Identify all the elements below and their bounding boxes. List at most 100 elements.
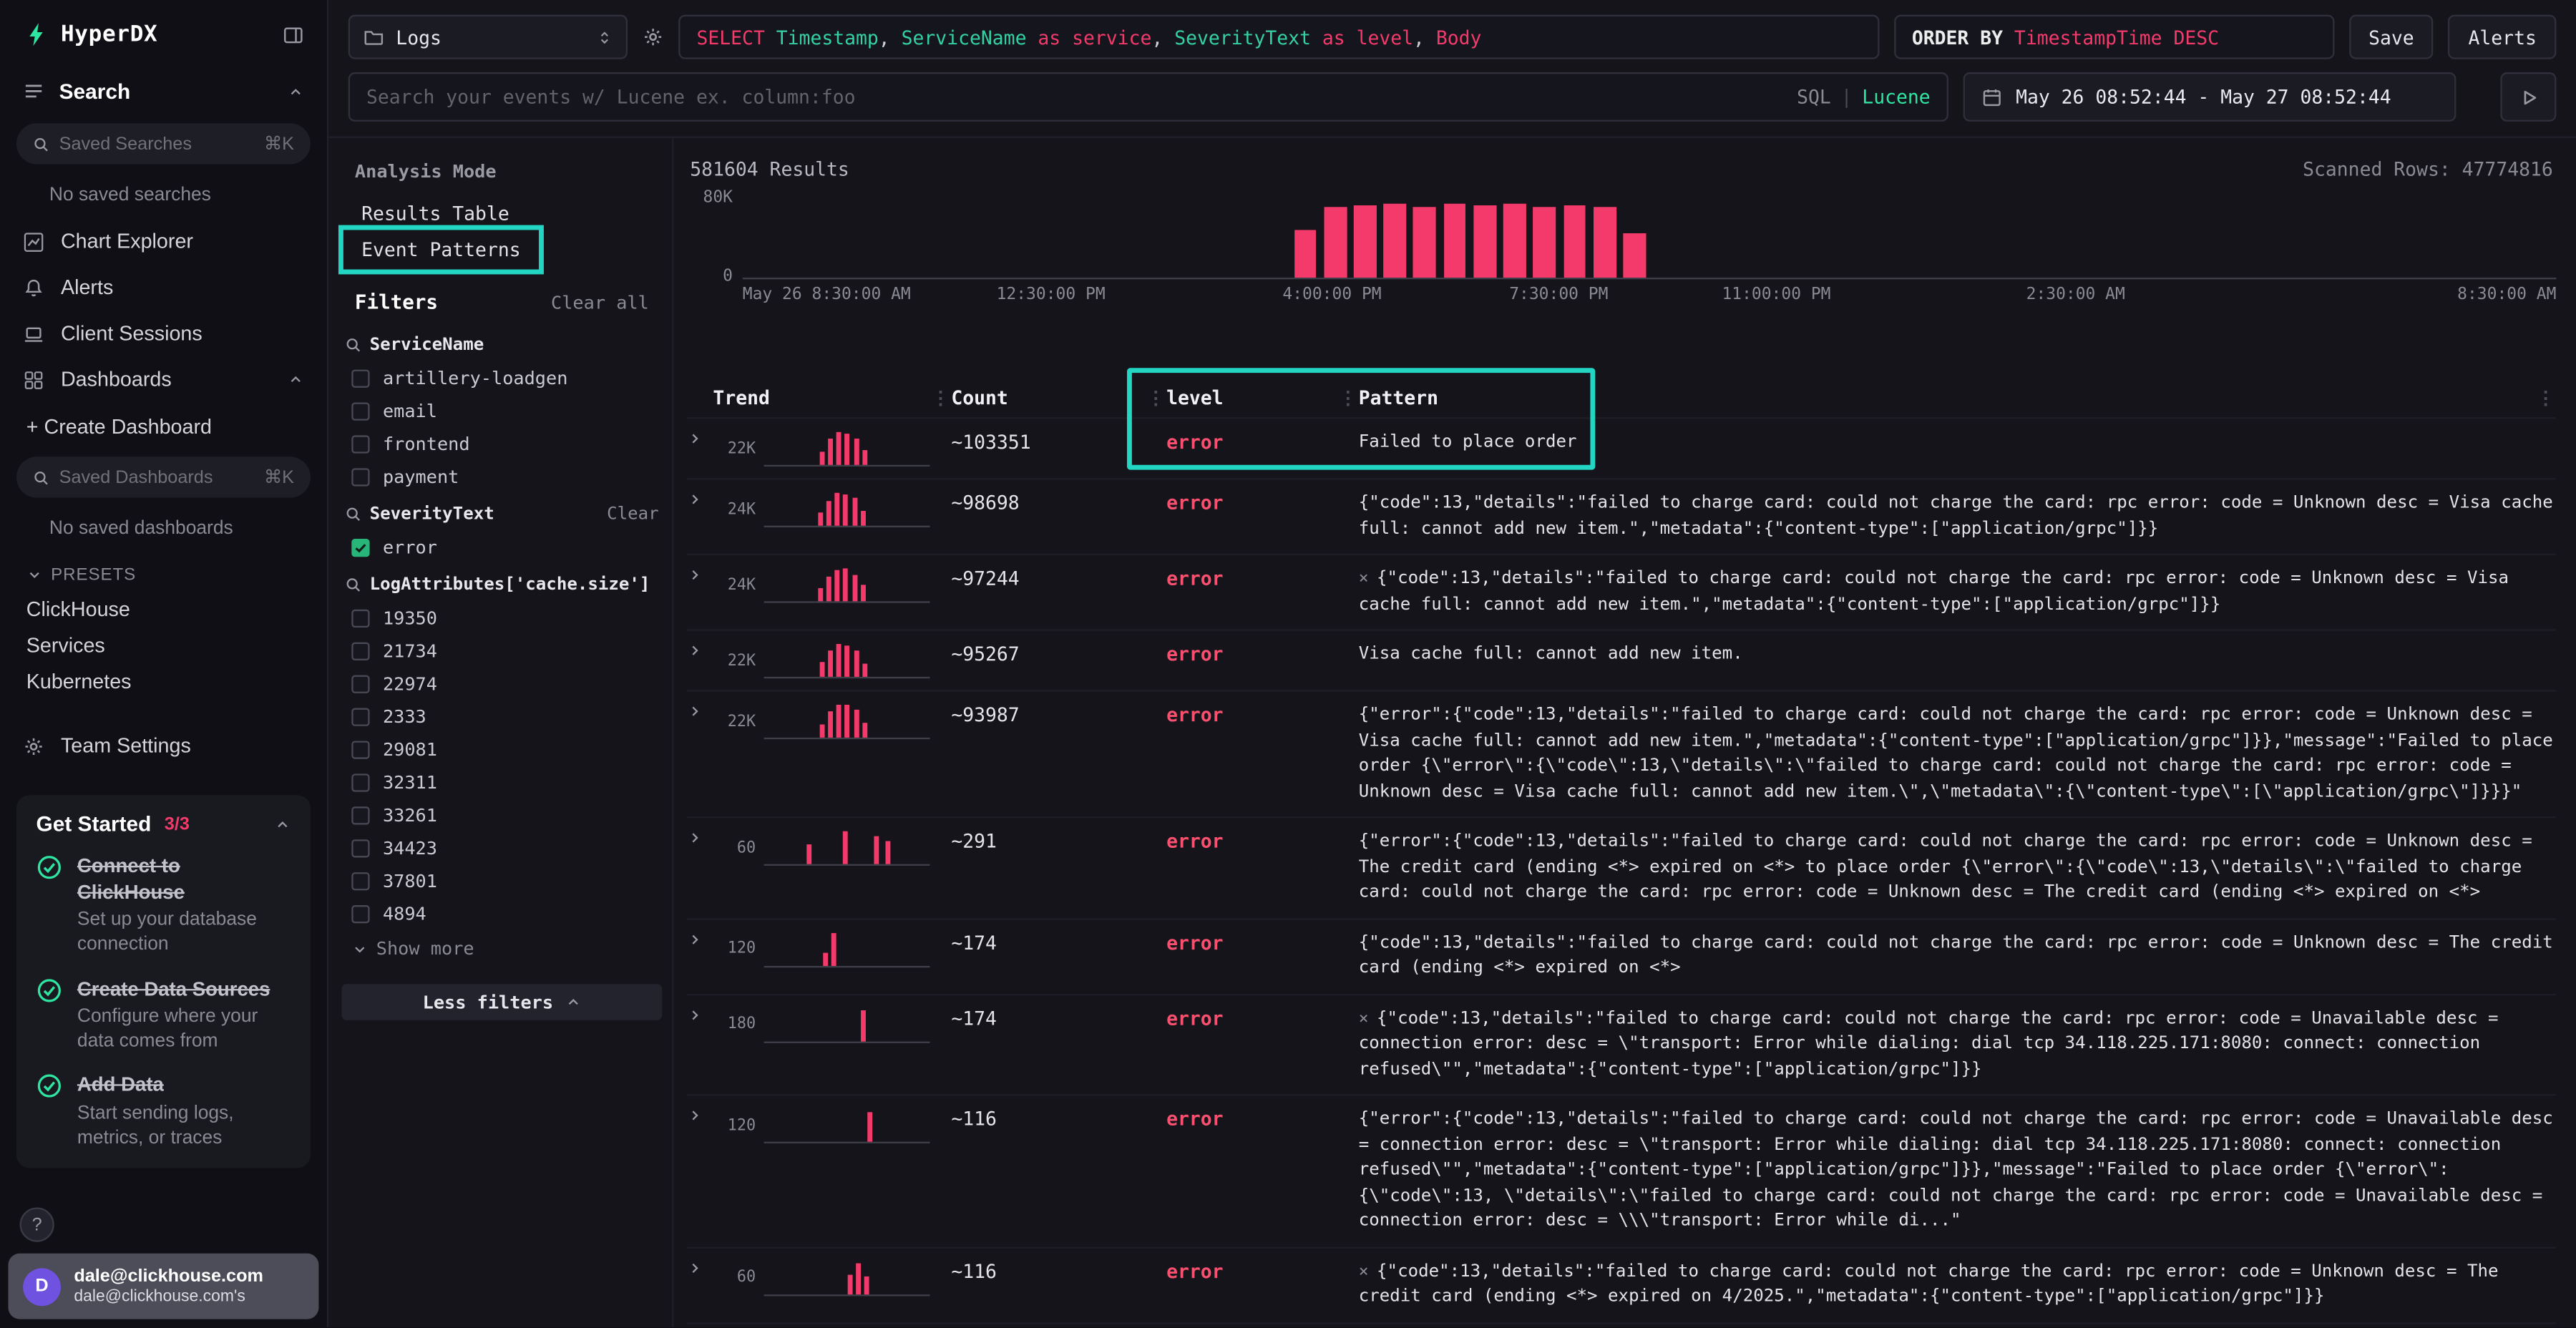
histogram-bar[interactable]	[1443, 205, 1466, 278]
show-more-button[interactable]: Show more	[342, 929, 663, 967]
histogram-bar[interactable]	[1623, 233, 1646, 278]
filter-checkbox[interactable]	[351, 642, 369, 660]
sql-query-editor[interactable]: SELECT Timestamp, ServiceName as service…	[678, 15, 1879, 59]
filter-option[interactable]: 37801	[342, 864, 663, 897]
preset-item-kubernetes[interactable]: Kubernetes	[0, 664, 327, 700]
pattern-row[interactable]: 60~116error×{"code":13,"details":"failed…	[687, 1246, 2557, 1322]
save-button[interactable]: Save	[2349, 15, 2434, 59]
histogram-bar[interactable]	[1593, 208, 1616, 278]
column-grip-icon[interactable]: ⋮	[1337, 387, 1359, 409]
date-range-picker[interactable]: May 26 08:52:44 - May 27 08:52:44	[1963, 72, 2457, 122]
pattern-row[interactable]: 24K~97244error×{"code":13,"details":"fai…	[687, 554, 2557, 630]
filter-option[interactable]: 29081	[342, 733, 663, 766]
order-by-input[interactable]: ORDER BY TimestampTime DESC	[1894, 15, 2334, 59]
pattern-row[interactable]: 180~174error×{"code":13,"details":"faile…	[687, 993, 2557, 1094]
histogram-bar[interactable]	[1533, 206, 1556, 278]
saved-dashboards-input[interactable]: Saved Dashboards ⌘K	[16, 456, 311, 497]
filter-option[interactable]: error	[342, 531, 663, 564]
sidebar-item-client-sessions[interactable]: Client Sessions	[0, 311, 327, 356]
filter-option[interactable]: frontend	[342, 427, 663, 460]
filter-option[interactable]: artillery-loadgen	[342, 361, 663, 394]
preset-item-clickhouse[interactable]: ClickHouse	[0, 592, 327, 628]
histogram-bar[interactable]	[1414, 206, 1437, 278]
clear-all-filters-button[interactable]: Clear all	[551, 292, 649, 313]
filter-checkbox[interactable]	[351, 467, 369, 485]
get-started-item[interactable]: Add DataStart sending logs, metrics, or …	[36, 1073, 291, 1152]
pattern-row[interactable]: 24K~98698error{"code":13,"details":"fail…	[687, 478, 2557, 554]
chevron-up-icon[interactable]	[274, 816, 291, 832]
histogram-bar[interactable]	[1354, 205, 1377, 278]
filter-checkbox[interactable]	[351, 872, 369, 889]
filter-option[interactable]: 33261	[342, 799, 663, 831]
filter-checkbox[interactable]	[351, 674, 369, 692]
pattern-row[interactable]: 60~291error{"error":{"code":13,"details"…	[687, 816, 2557, 917]
lucene-mode-toggle[interactable]: Lucene	[1862, 85, 1930, 108]
sql-mode-toggle[interactable]: SQL	[1797, 85, 1831, 108]
create-dashboard-button[interactable]: + Create Dashboard	[0, 402, 327, 451]
preset-item-services[interactable]: Services	[0, 628, 327, 664]
analysis-mode-option-event-patterns[interactable]: Event Patterns	[345, 232, 537, 268]
column-grip-icon[interactable]: ⋮	[930, 387, 951, 409]
pattern-row[interactable]: 22K~103351errorFailed to place order	[687, 417, 2557, 478]
collapse-x-icon[interactable]: ×	[1359, 1010, 1369, 1027]
column-grip-icon[interactable]: ⋮	[2535, 387, 2557, 409]
column-header-level[interactable]: level	[1166, 386, 1337, 409]
filter-option[interactable]: 32311	[342, 766, 663, 799]
pattern-row[interactable]: 22K~93987error{"error":{"code":13,"detai…	[687, 690, 2557, 816]
filter-option[interactable]: 21734	[342, 634, 663, 667]
collapse-sidebar-icon[interactable]	[283, 24, 304, 45]
column-grip-icon[interactable]: ⋮	[1145, 387, 1166, 409]
pattern-row[interactable]: 60~58error{"level":"error","span_id":"53…	[687, 1322, 2557, 1327]
sidebar-item-team-settings[interactable]: Team Settings	[0, 723, 327, 768]
filter-option[interactable]: 34423	[342, 831, 663, 864]
get-started-item[interactable]: Connect to ClickHouseSet up your databas…	[36, 854, 291, 959]
histogram-bar[interactable]	[1503, 205, 1526, 278]
help-button[interactable]: ?	[20, 1207, 54, 1241]
column-header-trend[interactable]: Trend	[713, 386, 930, 409]
chevron-up-icon[interactable]	[288, 83, 304, 99]
less-filters-button[interactable]: Less filters	[342, 984, 663, 1020]
event-search-input[interactable]: Search your events w/ Lucene ex. column:…	[348, 72, 1948, 122]
histogram-bar[interactable]	[1473, 205, 1496, 278]
alerts-button[interactable]: Alerts	[2449, 15, 2556, 59]
sidebar-item-alerts[interactable]: Alerts	[0, 265, 327, 311]
collapse-x-icon[interactable]: ×	[1359, 570, 1369, 588]
filter-checkbox[interactable]	[351, 839, 369, 856]
histogram-bar[interactable]	[1324, 208, 1347, 278]
filter-checkbox[interactable]	[351, 401, 369, 419]
pattern-row[interactable]: 22K~95267errorVisa cache full: cannot ad…	[687, 629, 2557, 690]
filter-checkbox[interactable]	[351, 434, 369, 452]
source-select[interactable]: Logs	[348, 15, 628, 59]
filter-checkbox[interactable]	[351, 368, 369, 386]
histogram-bar[interactable]	[1294, 230, 1317, 278]
saved-searches-input[interactable]: Saved Searches ⌘K	[16, 123, 311, 164]
column-header-pattern[interactable]: Pattern	[1359, 386, 2535, 409]
filter-option[interactable]: 4894	[342, 897, 663, 930]
collapse-x-icon[interactable]: ×	[1359, 1262, 1369, 1280]
source-settings-gear-icon[interactable]	[643, 26, 664, 48]
column-header-count[interactable]: Count	[951, 386, 1145, 409]
filter-option[interactable]: 22974	[342, 667, 663, 700]
filter-option[interactable]: 19350	[342, 601, 663, 634]
filter-checkbox[interactable]	[351, 806, 369, 824]
filter-checkbox[interactable]	[351, 904, 369, 922]
filter-checkbox[interactable]	[351, 707, 369, 725]
filter-checkbox[interactable]	[351, 609, 369, 627]
user-menu[interactable]: D dale@clickhouse.com dale@clickhouse.co…	[8, 1254, 318, 1319]
sidebar-item-dashboards[interactable]: Dashboards	[0, 356, 327, 402]
get-started-item[interactable]: Create Data SourcesConfigure where your …	[36, 977, 291, 1055]
filter-checkbox[interactable]	[351, 773, 369, 791]
filter-option[interactable]: payment	[342, 460, 663, 493]
presets-toggle[interactable]: PRESETS	[0, 552, 327, 591]
filter-option[interactable]: 2333	[342, 700, 663, 733]
pattern-row[interactable]: 120~174error{"code":13,"details":"failed…	[687, 917, 2557, 993]
run-query-button[interactable]	[2500, 72, 2556, 122]
histogram-bar[interactable]	[1563, 205, 1586, 278]
filter-checkbox[interactable]	[351, 538, 369, 556]
sidebar-item-chart-explorer[interactable]: Chart Explorer	[0, 218, 327, 264]
filter-clear-button[interactable]: Clear	[607, 504, 659, 524]
histogram-bar[interactable]	[1384, 205, 1407, 278]
sidebar-item-search[interactable]: Search	[0, 64, 327, 119]
analysis-mode-option-results-table[interactable]: Results Table	[345, 195, 526, 232]
filter-checkbox[interactable]	[351, 740, 369, 758]
